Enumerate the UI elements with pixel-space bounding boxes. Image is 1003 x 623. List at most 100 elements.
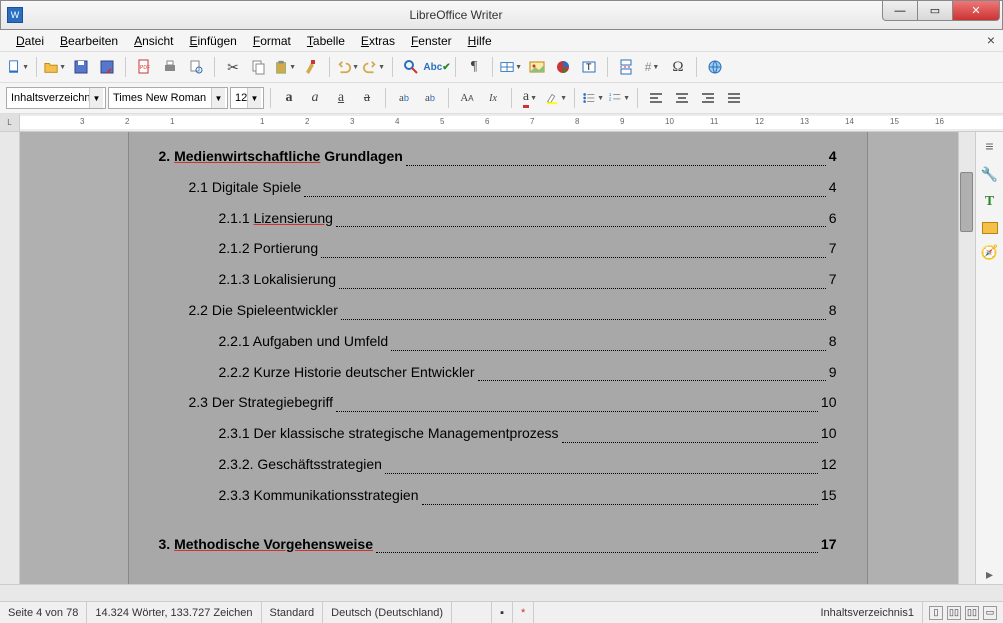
menu-ansicht[interactable]: Ansicht bbox=[126, 32, 181, 50]
cut-button[interactable]: ✂ bbox=[221, 55, 245, 79]
menu-tabelle[interactable]: Tabelle bbox=[299, 32, 353, 50]
vertical-scrollbar[interactable] bbox=[958, 132, 975, 584]
align-center-button[interactable] bbox=[670, 86, 694, 110]
toc-entry[interactable]: 3. Methodische Vorgehensweise17 bbox=[159, 529, 837, 560]
toc-entry[interactable]: 2. Medienwirtschaftliche Grundlagen4 bbox=[159, 141, 837, 172]
export-pdf-button[interactable]: PDF bbox=[132, 55, 156, 79]
print-button[interactable] bbox=[158, 55, 182, 79]
hyperlink-button[interactable] bbox=[703, 55, 727, 79]
field-button[interactable]: #▼ bbox=[640, 55, 664, 79]
horizontal-scrollbar[interactable] bbox=[0, 584, 1003, 601]
font-size-combo[interactable]: 12▼ bbox=[230, 87, 264, 109]
status-modified[interactable]: * bbox=[513, 602, 534, 623]
print-preview-button[interactable] bbox=[184, 55, 208, 79]
menu-extras[interactable]: Extras bbox=[353, 32, 403, 50]
sidebar-properties-icon[interactable]: ≡ bbox=[981, 138, 999, 156]
menu-datei[interactable]: Datei bbox=[8, 32, 52, 50]
toc-page: 8 bbox=[829, 295, 837, 326]
view-book-icon[interactable]: ▯▯ bbox=[965, 606, 979, 620]
bold-button[interactable]: a bbox=[277, 86, 301, 110]
table-button[interactable]: ▼ bbox=[499, 55, 523, 79]
toc-entry[interactable]: 2.3.3 Kommunikationsstrategien15 bbox=[159, 480, 837, 511]
sidebar-gallery-icon[interactable] bbox=[982, 222, 998, 234]
toc-entry[interactable]: 2.3.2. Geschäftsstrategien12 bbox=[159, 449, 837, 480]
sidebar-navigator-icon[interactable]: 🧭 bbox=[981, 244, 999, 262]
copy-button[interactable] bbox=[247, 55, 271, 79]
status-wordcount[interactable]: 14.324 Wörter, 133.727 Zeichen bbox=[87, 602, 261, 623]
toc-entry[interactable]: 2.1 Digitale Spiele4 bbox=[159, 172, 837, 203]
save-button[interactable] bbox=[69, 55, 93, 79]
sidebar-styles-icon[interactable]: T bbox=[981, 194, 999, 212]
highlight-button[interactable]: ▼ bbox=[544, 86, 568, 110]
status-selection-mode[interactable]: ▪ bbox=[492, 602, 513, 623]
menu-hilfe[interactable]: Hilfe bbox=[460, 32, 500, 50]
align-left-button[interactable] bbox=[644, 86, 668, 110]
find-button[interactable] bbox=[399, 55, 423, 79]
menu-einfügen[interactable]: Einfügen bbox=[181, 32, 244, 50]
toc-leader bbox=[478, 357, 826, 382]
paragraph-style-combo[interactable]: Inhaltsverzeichnis▼ bbox=[6, 87, 106, 109]
toc-entry[interactable]: 2.2.1 Aufgaben und Umfeld8 bbox=[159, 326, 837, 357]
ruler-tick: 5 bbox=[440, 117, 444, 126]
scroll-thumb[interactable] bbox=[960, 172, 973, 232]
ruler-tick: 12 bbox=[755, 117, 764, 126]
document-canvas[interactable]: 2. Medienwirtschaftliche Grundlagen42.1 … bbox=[20, 132, 975, 584]
lowercase-button[interactable]: Ix bbox=[481, 86, 505, 110]
status-pagestyle[interactable]: Standard bbox=[262, 602, 324, 623]
number-list-button[interactable]: 12▼ bbox=[607, 86, 631, 110]
maximize-button[interactable]: ▭ bbox=[917, 1, 953, 21]
font-color-button[interactable]: a▼ bbox=[518, 86, 542, 110]
redo-button[interactable]: ▼ bbox=[362, 55, 386, 79]
spellcheck-button[interactable]: Abc✔ bbox=[425, 55, 449, 79]
status-language[interactable]: Deutsch (Deutschland) bbox=[323, 602, 452, 623]
toc-entry[interactable]: 2.2.2 Kurze Historie deutscher Entwickle… bbox=[159, 357, 837, 388]
format-paintbrush-button[interactable] bbox=[299, 55, 323, 79]
font-name-combo[interactable]: Times New Roman▼ bbox=[108, 87, 228, 109]
underline-button[interactable]: a bbox=[329, 86, 353, 110]
toc-entry[interactable]: 2.1.1 Lizensierung6 bbox=[159, 203, 837, 234]
menu-bearbeiten[interactable]: Bearbeiten bbox=[52, 32, 126, 50]
toc-leader bbox=[422, 480, 818, 505]
document-close-icon[interactable]: × bbox=[987, 32, 995, 48]
new-button[interactable]: ▼ bbox=[6, 55, 30, 79]
minimize-button[interactable]: — bbox=[882, 1, 918, 21]
textbox-button[interactable]: T bbox=[577, 55, 601, 79]
superscript-button[interactable]: ab bbox=[392, 86, 416, 110]
image-button[interactable] bbox=[525, 55, 549, 79]
subscript-button[interactable]: ab bbox=[418, 86, 442, 110]
close-button[interactable]: ✕ bbox=[952, 1, 1000, 21]
view-multi-icon[interactable]: ▯▯ bbox=[947, 606, 961, 620]
toc-entry[interactable]: 2.3 Der Strategiebegriff10 bbox=[159, 387, 837, 418]
save-as-button[interactable] bbox=[95, 55, 119, 79]
toc-page: 10 bbox=[821, 387, 837, 418]
paste-button[interactable]: ▼ bbox=[273, 55, 297, 79]
menu-format[interactable]: Format bbox=[245, 32, 299, 50]
sidebar-wrench-icon[interactable]: 🔧 bbox=[981, 166, 999, 184]
sidebar-collapse-icon[interactable]: ▸ bbox=[981, 566, 999, 584]
uppercase-button[interactable]: AA bbox=[455, 86, 479, 110]
strikethrough-button[interactable]: a bbox=[355, 86, 379, 110]
italic-button[interactable]: a bbox=[303, 86, 327, 110]
toc-entry[interactable]: 2.1.2 Portierung7 bbox=[159, 233, 837, 264]
chart-button[interactable] bbox=[551, 55, 575, 79]
horizontal-ruler[interactable]: L 32112345678910111213141516 bbox=[0, 114, 1003, 132]
align-justify-button[interactable] bbox=[722, 86, 746, 110]
menu-fenster[interactable]: Fenster bbox=[403, 32, 460, 50]
align-right-button[interactable] bbox=[696, 86, 720, 110]
nonprinting-button[interactable]: ¶ bbox=[462, 55, 486, 79]
svg-text:PDF: PDF bbox=[140, 65, 150, 71]
undo-button[interactable]: ▼ bbox=[336, 55, 360, 79]
view-single-icon[interactable]: ▯ bbox=[929, 606, 943, 620]
special-char-button[interactable]: Ω bbox=[666, 55, 690, 79]
toc-entry[interactable]: 2.3.1 Der klassische strategische Manage… bbox=[159, 418, 837, 449]
page-break-button[interactable] bbox=[614, 55, 638, 79]
status-insert-mode[interactable] bbox=[452, 602, 492, 623]
vertical-ruler[interactable] bbox=[0, 132, 20, 584]
toc-entry[interactable]: 2.1.3 Lokalisierung7 bbox=[159, 264, 837, 295]
toc-entry[interactable]: 2.2 Die Spieleentwickler8 bbox=[159, 295, 837, 326]
open-button[interactable]: ▼ bbox=[43, 55, 67, 79]
bullet-list-button[interactable]: ▼ bbox=[581, 86, 605, 110]
status-page[interactable]: Seite 4 von 78 bbox=[0, 602, 87, 623]
view-web-icon[interactable]: ▭ bbox=[983, 606, 997, 620]
document-page[interactable]: 2. Medienwirtschaftliche Grundlagen42.1 … bbox=[128, 132, 868, 584]
